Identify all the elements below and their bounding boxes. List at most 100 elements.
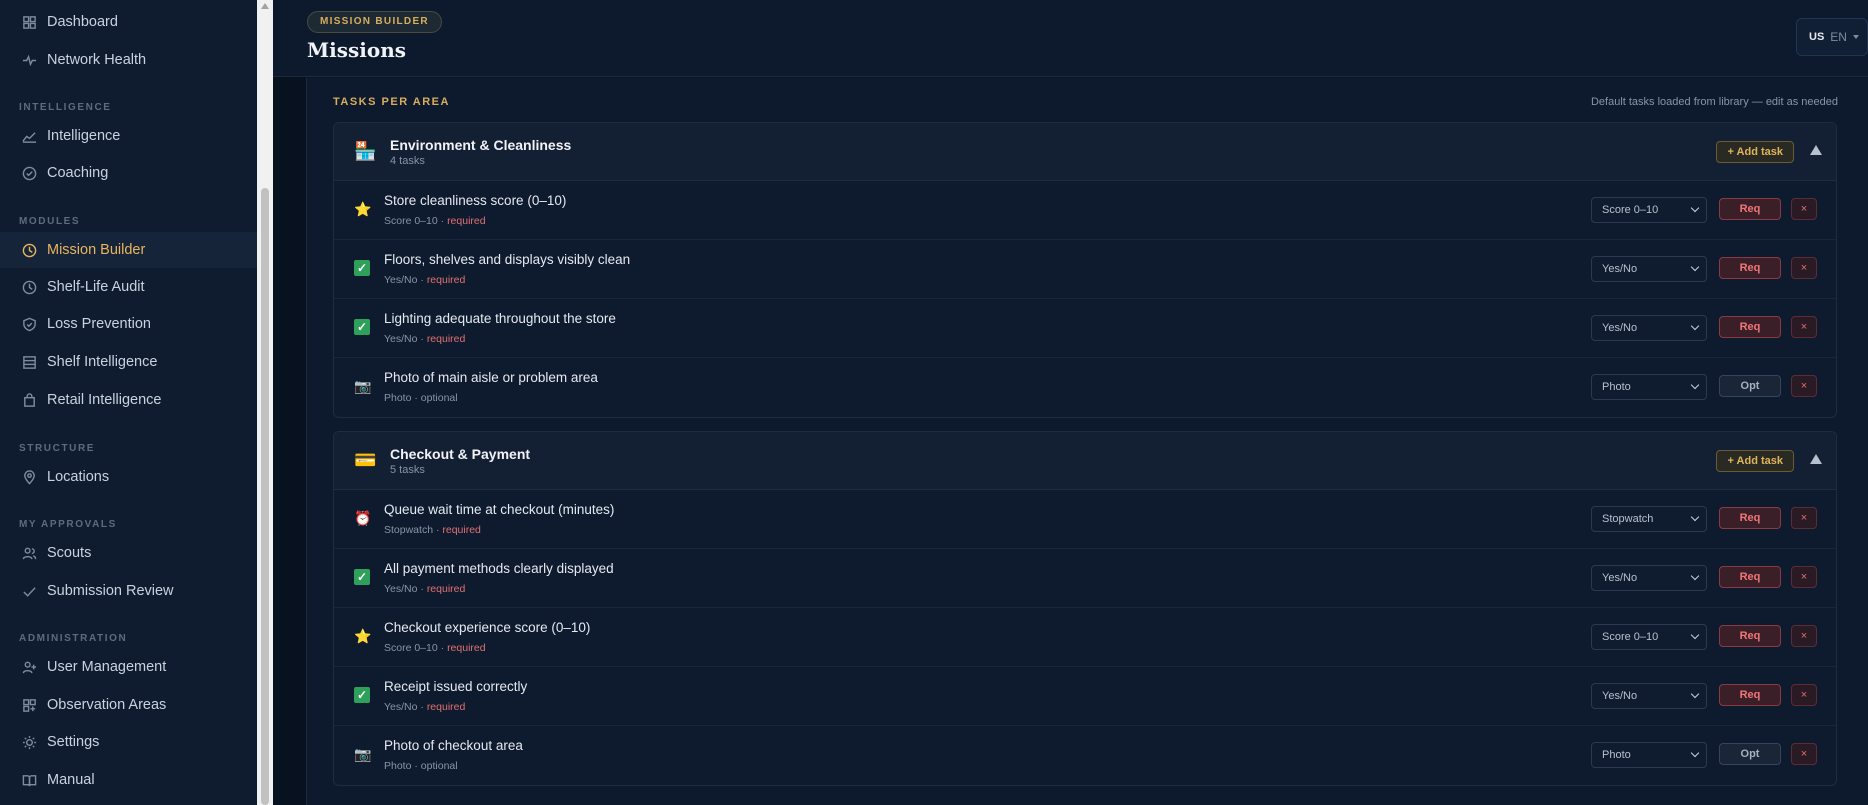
- sidebar-item-mission-builder[interactable]: Mission Builder: [0, 232, 257, 268]
- sidebar-item-user-management[interactable]: User Management: [0, 649, 257, 685]
- required-toggle-button[interactable]: Req: [1719, 257, 1781, 279]
- sidebar-item-submission-review[interactable]: Submission Review: [0, 573, 257, 609]
- delete-task-button[interactable]: ×: [1791, 198, 1817, 220]
- required-toggle-button[interactable]: Req: [1719, 507, 1781, 529]
- sidebar-item-label: Loss Prevention: [47, 316, 151, 332]
- sidebar-item-settings[interactable]: Settings: [0, 724, 257, 760]
- sidebar-item-manual[interactable]: Manual: [0, 762, 257, 798]
- task-type-select[interactable]: Yes/No: [1591, 683, 1707, 709]
- sidebar-item-observation-areas[interactable]: Observation Areas: [0, 687, 257, 723]
- tasks-per-area-note: Default tasks loaded from library — edit…: [1590, 96, 1838, 108]
- task-meta: Photo · optional: [384, 392, 458, 404]
- task-row: ✓ All payment methods clearly displayed Ye…: [334, 549, 1836, 608]
- delete-task-button[interactable]: ×: [1791, 684, 1817, 706]
- required-toggle-button[interactable]: Req: [1719, 625, 1781, 647]
- grid-icon: [21, 14, 37, 30]
- sidebar-item-coaching[interactable]: Coaching: [0, 155, 257, 191]
- language-selector[interactable]: US EN: [1796, 18, 1868, 56]
- sidebar-item-intelligence[interactable]: Intelligence: [0, 118, 257, 154]
- sidebar-item-network-health[interactable]: Network Health: [0, 42, 257, 78]
- task-meta: Yes/No · required: [384, 583, 466, 595]
- sidebar-item-retail-intelligence[interactable]: Retail Intelligence: [0, 382, 257, 418]
- collapse-icon[interactable]: [1810, 145, 1822, 155]
- page-header: MISSION BUILDER Missions US EN: [273, 0, 1868, 77]
- task-requirement: required: [442, 524, 481, 536]
- sidebar-item-shelf-life-audit[interactable]: Shelf-Life Audit: [0, 269, 257, 305]
- task-type-select-value: Score 0–10: [1602, 631, 1659, 643]
- delete-task-button[interactable]: ×: [1791, 625, 1817, 647]
- task-row: ⏰ Queue wait time at checkout (minutes) St…: [334, 490, 1836, 549]
- delete-task-button[interactable]: ×: [1791, 375, 1817, 397]
- chevron-down-icon: [1690, 262, 1700, 272]
- required-toggle-button[interactable]: Req: [1719, 198, 1781, 220]
- credit-card-icon: 💳: [354, 450, 377, 470]
- sidebar-scrollbar[interactable]: [257, 0, 273, 805]
- area-task-count: 4 tasks: [390, 155, 425, 167]
- sidebar-item-label: Coaching: [47, 165, 109, 181]
- sidebar-item-label: Scouts: [47, 545, 92, 561]
- add-task-button[interactable]: + Add task: [1716, 450, 1794, 472]
- task-type-select[interactable]: Score 0–10: [1591, 624, 1707, 650]
- sidebar-item-label: Retail Intelligence: [47, 392, 162, 408]
- required-toggle-button[interactable]: Req: [1719, 566, 1781, 588]
- sidebar-item-shelf-intelligence[interactable]: Shelf Intelligence: [0, 344, 257, 380]
- area-title: Environment & Cleanliness: [390, 137, 572, 153]
- chevron-down-icon: [1690, 203, 1700, 213]
- task-type: Stopwatch: [384, 524, 434, 536]
- area-header[interactable]: 🏪 Environment & Cleanliness 4 tasks + Add t…: [334, 123, 1836, 181]
- task-type-select[interactable]: Photo: [1591, 374, 1707, 400]
- store-icon: 🏪: [354, 141, 377, 161]
- scrollbar-thumb[interactable]: [261, 188, 269, 805]
- delete-task-button[interactable]: ×: [1791, 257, 1817, 279]
- required-toggle-button[interactable]: Req: [1719, 316, 1781, 338]
- delete-task-button[interactable]: ×: [1791, 566, 1817, 588]
- task-type-select[interactable]: Score 0–10: [1591, 197, 1707, 223]
- task-type-select[interactable]: Yes/No: [1591, 565, 1707, 591]
- clock-icon: [21, 279, 37, 295]
- required-toggle-button[interactable]: Opt: [1719, 743, 1781, 765]
- sidebar-item-dashboard[interactable]: Dashboard: [0, 4, 257, 40]
- grid-plus-icon: [21, 697, 37, 713]
- sidebar-item-label: Locations: [47, 469, 110, 485]
- task-meta: Stopwatch · required: [384, 524, 481, 536]
- scroll-up-arrow[interactable]: [261, 3, 269, 9]
- delete-task-button[interactable]: ×: [1791, 316, 1817, 338]
- task-meta: Photo · optional: [384, 760, 458, 772]
- task-type-select-value: Yes/No: [1602, 322, 1638, 334]
- task-type-select[interactable]: Yes/No: [1591, 315, 1707, 341]
- checkbox-icon: ✓: [354, 687, 370, 703]
- chevron-down-icon: [1690, 748, 1700, 758]
- shield-icon: [21, 316, 37, 332]
- sidebar-section-title: MODULES: [19, 216, 81, 227]
- task-type: Score 0–10: [384, 642, 438, 654]
- required-toggle-button[interactable]: Opt: [1719, 375, 1781, 397]
- area-header[interactable]: 💳 Checkout & Payment 5 tasks + Add task: [334, 432, 1836, 490]
- delete-task-button[interactable]: ×: [1791, 743, 1817, 765]
- task-requirement: required: [426, 274, 466, 286]
- shelves-icon: [21, 354, 37, 370]
- sidebar-section-title: STRUCTURE: [19, 443, 96, 454]
- task-title: Store cleanliness score (0–10): [384, 193, 567, 208]
- star-icon: ⭐: [354, 628, 372, 644]
- book-icon: [21, 772, 37, 788]
- required-toggle-button[interactable]: Req: [1719, 684, 1781, 706]
- task-type: Yes/No: [384, 583, 418, 595]
- add-task-button[interactable]: + Add task: [1716, 141, 1794, 163]
- sidebar-item-locations[interactable]: Locations: [0, 459, 257, 495]
- task-type-select[interactable]: Yes/No: [1591, 256, 1707, 282]
- task-type-select[interactable]: Stopwatch: [1591, 506, 1707, 532]
- sidebar-item-label: Shelf-Life Audit: [47, 279, 145, 295]
- sidebar-item-scouts[interactable]: Scouts: [0, 535, 257, 571]
- collapse-icon[interactable]: [1810, 454, 1822, 464]
- task-type-select[interactable]: Photo: [1591, 742, 1707, 768]
- delete-task-button[interactable]: ×: [1791, 507, 1817, 529]
- pulse-icon: [21, 52, 37, 68]
- sidebar-item-loss-prevention[interactable]: Loss Prevention: [0, 306, 257, 342]
- checkbox-icon: ✓: [354, 260, 370, 276]
- task-row: ✓ Receipt issued correctly Yes/No · requir…: [334, 667, 1836, 726]
- chevron-down-icon: [1690, 571, 1700, 581]
- chevron-down-icon: [1852, 35, 1859, 39]
- user-plus-icon: [21, 659, 37, 675]
- task-type-select-value: Photo: [1602, 381, 1631, 393]
- task-row: ⭐ Checkout experience score (0–10) Score 0…: [334, 608, 1836, 667]
